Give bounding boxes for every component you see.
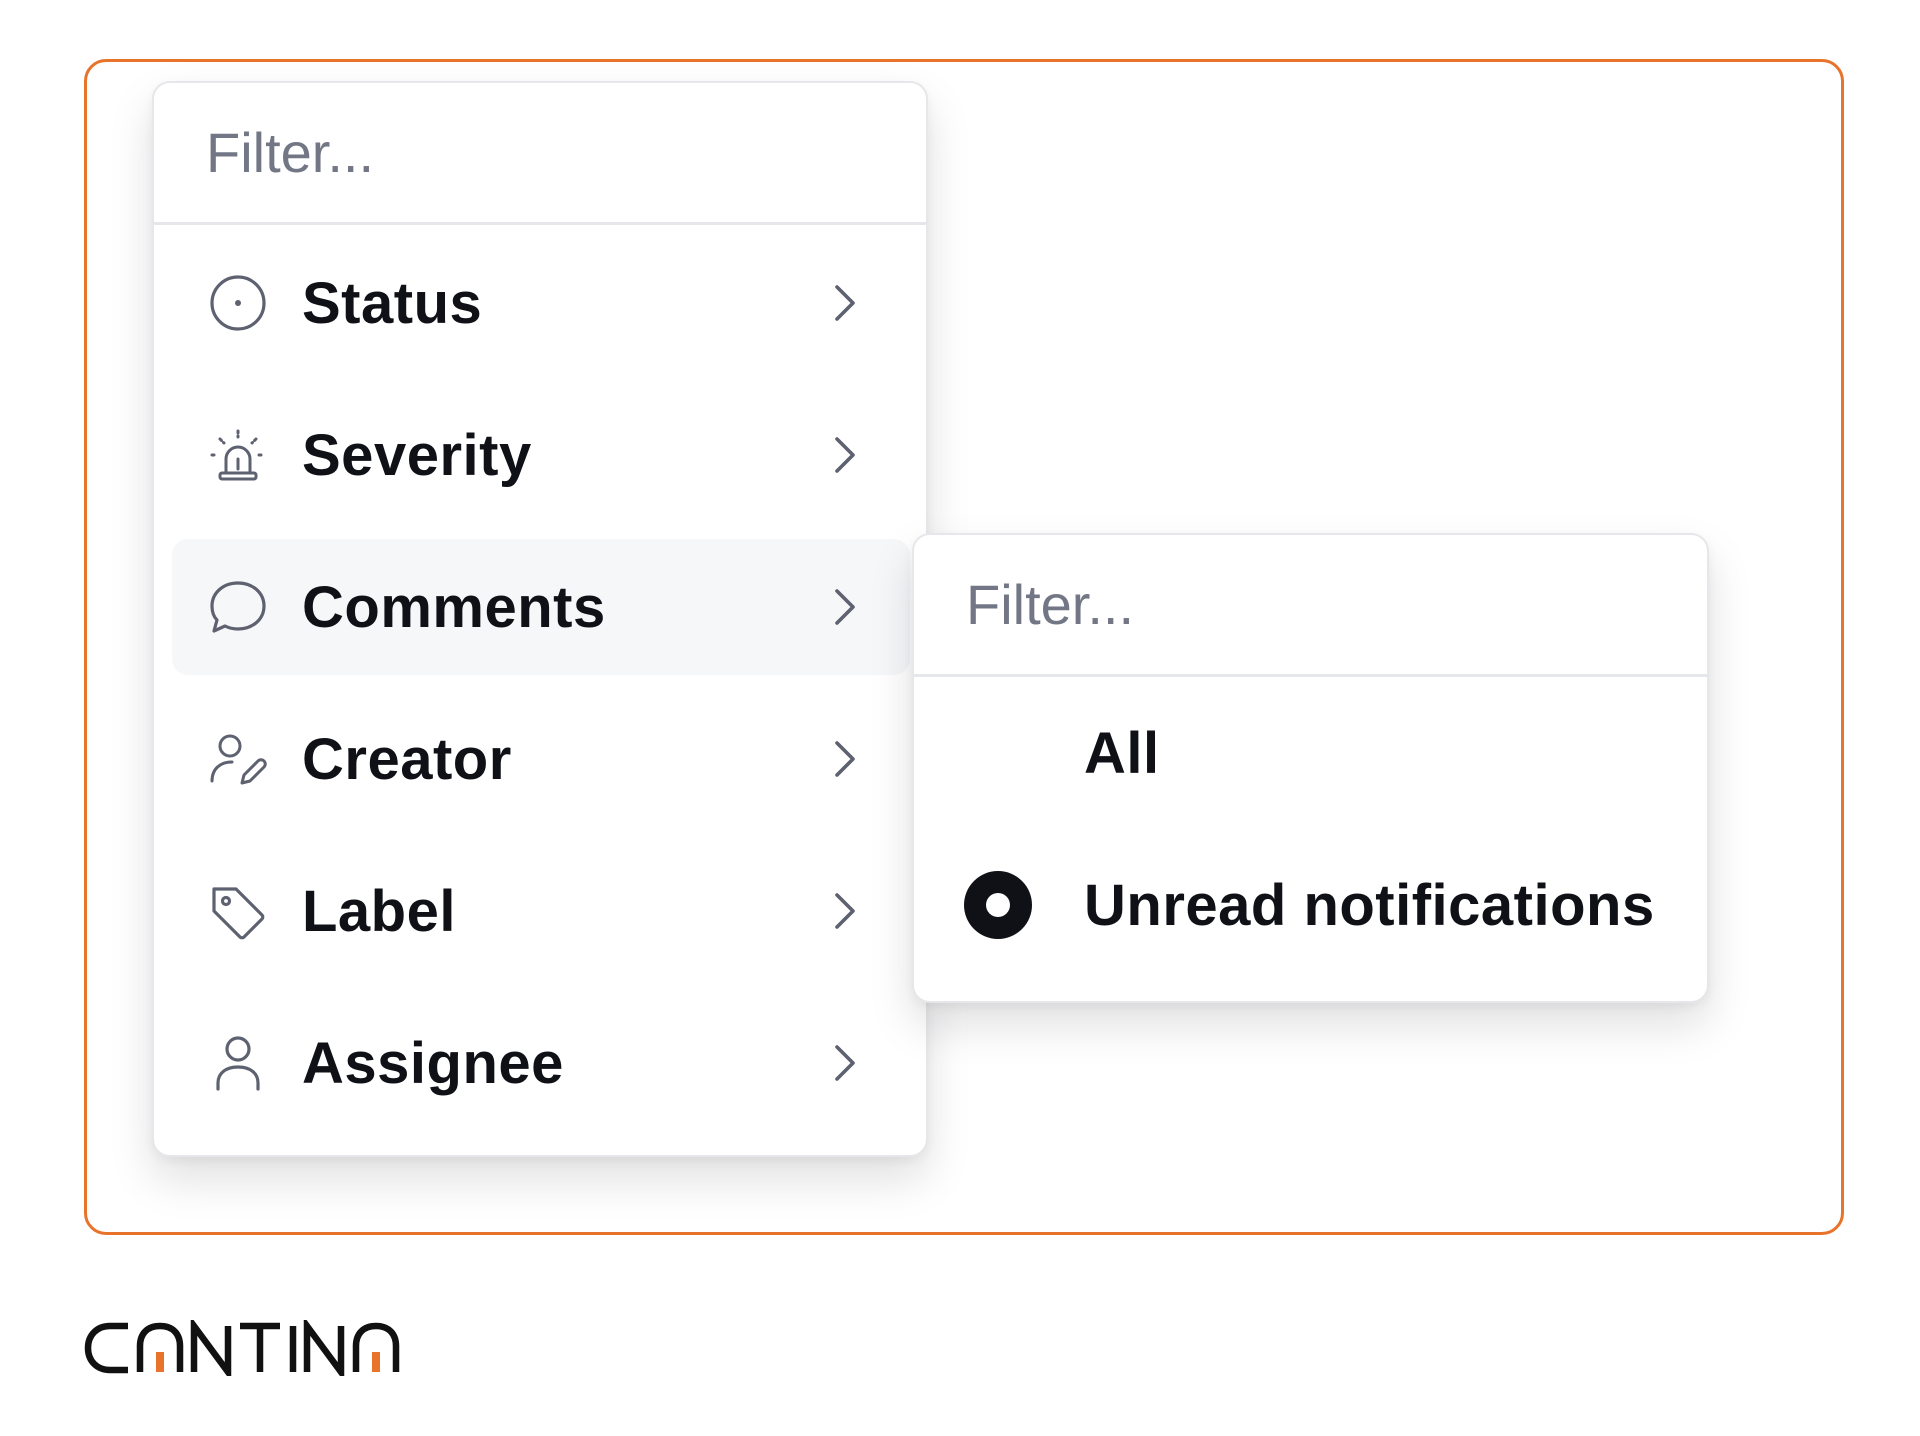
filter-menu: Status Severity: [152, 81, 928, 1157]
comment-bubble-icon: [206, 575, 270, 639]
menu-item-label: Severity: [302, 422, 532, 488]
chevron-right-icon: [824, 1039, 864, 1087]
user-pen-icon: [206, 727, 270, 791]
menu-item-assignee[interactable]: Assignee: [172, 995, 910, 1131]
menu-item-label: Label: [302, 878, 456, 944]
menu-item-status[interactable]: Status: [172, 235, 910, 371]
option-label: All: [1084, 720, 1160, 786]
submenu-filter-row: [914, 535, 1707, 677]
menu-item-label[interactable]: Label: [172, 843, 910, 979]
filter-input[interactable]: [206, 120, 854, 185]
submenu-options: All Unread notifications: [914, 677, 1707, 981]
chevron-right-icon: [824, 887, 864, 935]
user-icon: [206, 1031, 270, 1095]
tag-icon: [206, 879, 270, 943]
menu-item-label: Comments: [302, 574, 606, 640]
radio-selected-icon[interactable]: [964, 871, 1032, 939]
siren-icon: [206, 423, 270, 487]
menu-item-creator[interactable]: Creator: [172, 691, 910, 827]
chevron-right-icon: [824, 735, 864, 783]
status-circle-icon: [206, 271, 270, 335]
chevron-right-icon: [824, 583, 864, 631]
menu-item-label: Status: [302, 270, 483, 336]
chevron-right-icon: [824, 431, 864, 479]
filter-menu-items: Status Severity Comments Creator Label A…: [154, 225, 926, 1131]
comments-submenu: All Unread notifications: [912, 533, 1709, 1003]
menu-item-label: Assignee: [302, 1030, 564, 1096]
menu-item-severity[interactable]: Severity: [172, 387, 910, 523]
menu-item-label: Creator: [302, 726, 512, 792]
cantina-logo: [84, 1320, 400, 1376]
radio-unselected[interactable]: [964, 719, 1032, 787]
filter-row: [154, 83, 926, 225]
menu-item-comments[interactable]: Comments: [172, 539, 910, 675]
option-all[interactable]: All: [914, 677, 1707, 829]
option-label: Unread notifications: [1084, 872, 1655, 938]
option-unread-notifications[interactable]: Unread notifications: [914, 829, 1707, 981]
submenu-filter-input[interactable]: [966, 572, 1633, 637]
chevron-right-icon: [824, 279, 864, 327]
